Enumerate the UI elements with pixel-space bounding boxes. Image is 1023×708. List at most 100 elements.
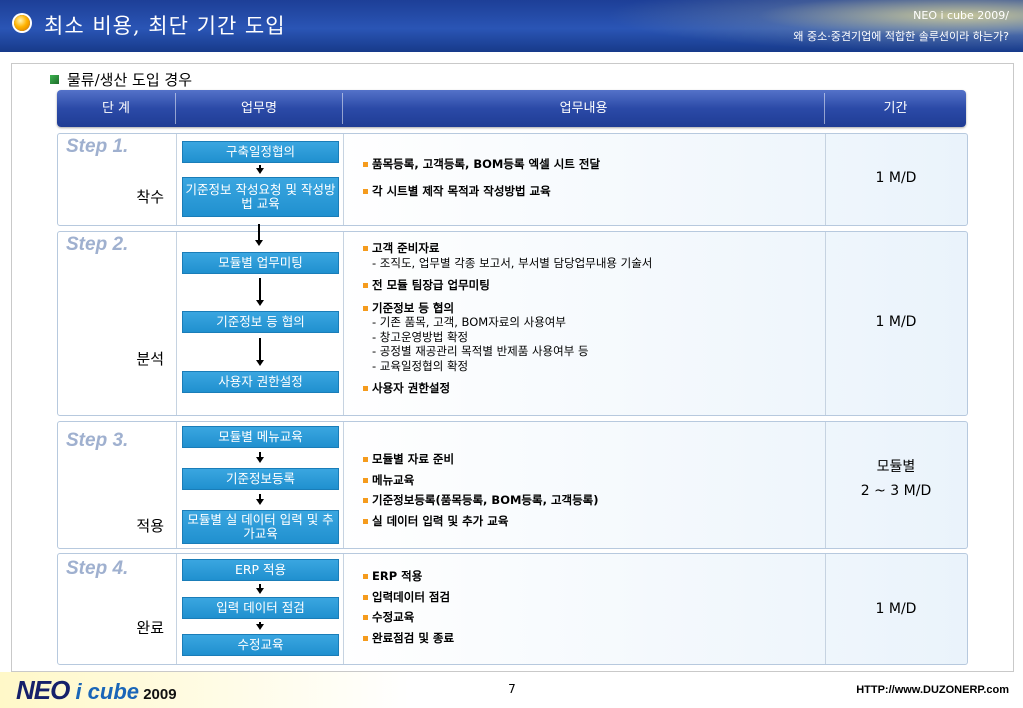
phase-label: 분석 (136, 350, 164, 368)
task-box: 기준정보 작성요청 및 작성방법 교육 (182, 177, 339, 217)
task-box: ERP 적용 (182, 559, 339, 581)
orange-square-bullet-icon (363, 477, 368, 483)
content-subitem: - 창고운영방법 확정 (372, 329, 469, 344)
task-box: 모듈별 메뉴교육 (182, 426, 339, 448)
down-arrow-icon (256, 584, 264, 594)
page-title: 최소 비용, 최단 기간 도입 (44, 14, 286, 38)
orange-square-bullet-icon (363, 283, 368, 288)
column-divider (343, 232, 344, 415)
column-header-period: 기간 (883, 101, 908, 116)
table-row-step-4: Step 4. 완료 ERP 적용 입력 데이터 점검 수정교육 ERP 적용 … (57, 553, 968, 665)
orange-square-bullet-icon (363, 162, 368, 167)
column-divider (176, 134, 177, 225)
table-row-step-1: Step 1. 착수 구축일정협의 기준정보 작성요청 및 작성방법 교육 품목… (57, 133, 968, 226)
column-header-stage: 단 계 (101, 101, 131, 116)
task-box: 모듈별 업무미팅 (182, 252, 339, 274)
phase-label: 적용 (136, 517, 164, 535)
header-brand: NEO i cube 2009/ (913, 9, 1009, 22)
section-title: 물류/생산 도입 경우 (50, 69, 192, 90)
content-list: 고객 준비자료 - 조직도, 업무별 각종 보고서, 부서별 담당업무내용 기술… (363, 241, 652, 396)
footer-bar: NEO i cube 2009 7 HTTP://www.DUZONERP.co… (0, 672, 1023, 708)
down-arrow-icon (256, 622, 264, 630)
task-box: 모듈별 실 데이터 입력 및 추가교육 (182, 510, 339, 544)
table-row-step-3: Step 3. 적용 모듈별 메뉴교육 기준정보등록 모듈별 실 데이터 입력 … (57, 421, 968, 549)
orange-square-bullet-icon (363, 246, 368, 251)
header-bar: 최소 비용, 최단 기간 도입 NEO i cube 2009/ 왜 중소·중견… (0, 0, 1023, 52)
content-item: 각 시트별 제작 목적과 작성방법 교육 (363, 184, 600, 199)
step-label: Step 3. (66, 430, 129, 451)
orange-square-bullet-icon (363, 498, 368, 503)
content-list: 품목등록, 고객등록, BOM등록 엑셀 시트 전달 각 시트별 제작 목적과 … (363, 157, 600, 198)
task-box: 입력 데이터 점검 (182, 597, 339, 619)
step-label: Step 1. (66, 136, 129, 157)
phase-label: 완료 (136, 619, 164, 637)
orange-square-bullet-icon (363, 635, 368, 641)
content-item: 품목등록, 고객등록, BOM등록 엑셀 시트 전달 (363, 157, 600, 172)
table-row-step-2: Step 2. 분석 모듈별 업무미팅 기준정보 등 협의 사용자 권한설정 고… (57, 231, 968, 416)
content-item: 모듈별 자료 준비 (363, 452, 599, 467)
table-header: 단 계 업무명 업무내용 기간 (57, 90, 966, 127)
period-cell: 모듈별 2 ~ 3 M/D (826, 455, 966, 503)
orange-square-bullet-icon (363, 574, 368, 579)
step-label: Step 4. (66, 558, 129, 579)
orange-square-bullet-icon (363, 386, 368, 391)
content-item: 사용자 권한설정 (363, 381, 652, 396)
period-cell: 1 M/D (875, 314, 917, 330)
page-number: 7 (508, 682, 516, 696)
content-item: 실 데이터 입력 및 추가 교육 (363, 514, 599, 529)
down-arrow-icon (256, 165, 264, 174)
column-divider (343, 554, 344, 664)
content-subitem: - 기존 품목, 고객, BOM자료의 사용여부 (372, 315, 566, 329)
task-box: 기준정보등록 (182, 468, 339, 490)
step-label: Step 2. (66, 234, 129, 255)
task-box: 구축일정협의 (182, 141, 339, 163)
content-item: 완료점검 및 종료 (363, 631, 454, 646)
orange-square-bullet-icon (363, 188, 368, 194)
footer-url[interactable]: HTTP://www.DUZONERP.com (856, 684, 1009, 696)
period-cell: 1 M/D (875, 601, 917, 617)
column-divider (343, 134, 344, 225)
column-divider (176, 422, 177, 548)
orange-square-bullet-icon (363, 518, 368, 524)
content-subitem: - 공정별 재공관리 목적별 반제품 사용여부 등 (372, 344, 589, 358)
period-cell: 1 M/D (875, 170, 917, 186)
content-item: 메뉴교육 (363, 473, 599, 488)
orange-square-bullet-icon (363, 615, 368, 620)
orange-square-bullet-icon (363, 594, 368, 600)
down-arrow-icon (256, 494, 264, 505)
content-subitem: - 교육일정협의 확정 (372, 358, 469, 373)
header-subtitle: 왜 중소·중견기업에 적합한 솔루션이라 하는가? (793, 30, 1009, 43)
down-arrow-icon (256, 338, 264, 366)
content-subitem: - 조직도, 업무별 각종 보고서, 부서별 담당업무내용 기술서 (372, 255, 653, 270)
orange-circle-bullet-icon (14, 15, 30, 31)
orange-square-bullet-icon (363, 457, 368, 462)
task-box: 기준정보 등 협의 (182, 311, 339, 333)
column-divider (176, 554, 177, 664)
section-title-text: 물류/생산 도입 경우 (67, 71, 192, 89)
content-item: ERP 적용 (363, 569, 454, 584)
green-square-icon (50, 75, 59, 84)
phase-label: 착수 (136, 188, 164, 206)
period-line: 모듈별 (876, 459, 916, 475)
content-item: 수정교육 (363, 610, 454, 625)
content-list: ERP 적용 입력데이터 점검 수정교육 완료점검 및 종료 (363, 569, 454, 645)
column-divider (176, 232, 177, 415)
period-line: 2 ~ 3 M/D (860, 483, 932, 499)
content-item: 기준정보등록(품목등록, BOM등록, 고객등록) (363, 493, 599, 508)
column-header-content: 업무내용 (559, 101, 608, 116)
down-arrow-icon (256, 452, 264, 463)
content-item: 기준정보 등 협의 (363, 301, 652, 316)
column-divider (343, 422, 344, 548)
content-item: 고객 준비자료 (363, 241, 652, 256)
content-item: 입력데이터 점검 (363, 590, 454, 605)
content-item: 전 모듈 팀장급 업무미팅 (363, 278, 652, 293)
header-gloss (603, 0, 1023, 52)
content-list: 모듈별 자료 준비 메뉴교육 기준정보등록(품목등록, BOM등록, 고객등록)… (363, 452, 599, 528)
task-box: 사용자 권한설정 (182, 371, 339, 393)
task-box: 수정교육 (182, 634, 339, 656)
down-arrow-icon (256, 278, 264, 306)
down-arrow-icon (255, 224, 263, 246)
column-header-task: 업무명 (241, 101, 277, 116)
logo: NEO i cube 2009 (16, 675, 177, 705)
orange-square-bullet-icon (363, 305, 368, 311)
